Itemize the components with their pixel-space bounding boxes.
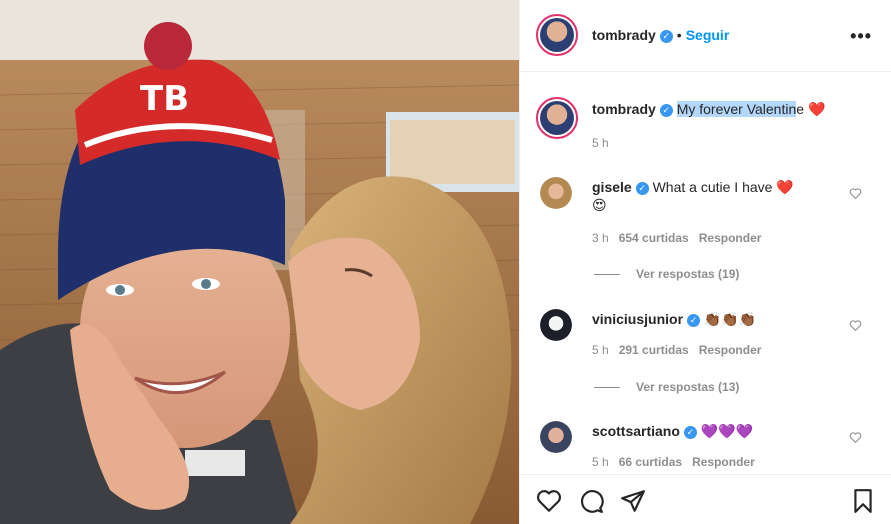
comment-text: 💜💜💜 bbox=[700, 423, 754, 439]
comment-icon[interactable] bbox=[578, 488, 604, 514]
comment-text: What a cutie I have ❤️ bbox=[652, 179, 794, 195]
caption: tombrady ✓ My forever Valentine ❤️ bbox=[592, 101, 825, 118]
header-user-line: tombrady ✓ • Seguir bbox=[592, 27, 729, 43]
comment-username[interactable]: gisele bbox=[592, 179, 632, 195]
caption-text-rest: e bbox=[796, 101, 805, 117]
comment-meta: 5 h 66 curtidas Responder bbox=[592, 455, 755, 469]
replies-divider bbox=[594, 274, 620, 276]
avatar[interactable] bbox=[536, 14, 578, 56]
comment-meta: 3 h 654 curtidas Responder bbox=[592, 231, 761, 245]
post-side-panel: tombrady ✓ • Seguir ••• tombrady ✓ My foreve… bbox=[519, 0, 891, 524]
bookmark-icon[interactable] bbox=[850, 488, 876, 514]
heart-icon[interactable] bbox=[849, 319, 862, 332]
view-replies-button[interactable]: Ver respostas (13) bbox=[594, 380, 739, 394]
commenter-avatar[interactable] bbox=[540, 309, 572, 341]
verified-icon: ✓ bbox=[687, 314, 701, 327]
action-bar bbox=[520, 474, 891, 524]
verified-icon: ✓ bbox=[659, 30, 673, 43]
caption-emoji: ❤️ bbox=[807, 101, 826, 117]
view-replies-button[interactable]: Ver respostas (19) bbox=[594, 267, 739, 281]
comment-time: 5 h bbox=[592, 455, 609, 469]
caption-username[interactable]: tombrady bbox=[592, 101, 656, 117]
commenter-avatar[interactable] bbox=[540, 421, 572, 453]
verified-icon: ✓ bbox=[635, 182, 649, 195]
post-image: TB bbox=[0, 0, 519, 524]
heart-icon[interactable] bbox=[849, 187, 862, 200]
instagram-post: TB tombrady ✓ • Seguir ••• tombrady ✓ My… bbox=[0, 0, 891, 524]
verified-icon: ✓ bbox=[683, 426, 697, 439]
more-options-button[interactable]: ••• bbox=[850, 26, 872, 47]
verified-icon: ✓ bbox=[659, 104, 673, 117]
reply-button[interactable]: Responder bbox=[692, 455, 755, 469]
comment-likes[interactable]: 291 curtidas bbox=[619, 343, 689, 357]
reply-button[interactable]: Responder bbox=[699, 231, 762, 245]
replies-divider bbox=[594, 387, 620, 389]
comment-likes[interactable]: 654 curtidas bbox=[619, 231, 689, 245]
commenter-avatar[interactable] bbox=[540, 177, 572, 209]
heart-icon[interactable] bbox=[849, 431, 862, 444]
caption-time: 5 h bbox=[592, 136, 609, 150]
comment-time: 5 h bbox=[592, 343, 609, 357]
comment-text-line2: 😍 bbox=[592, 197, 607, 213]
caption-avatar[interactable] bbox=[536, 97, 578, 139]
comment-meta: 5 h 291 curtidas Responder bbox=[592, 343, 761, 357]
view-replies-label: Ver respostas (19) bbox=[636, 267, 740, 281]
caption-text-selected: My forever Valentin bbox=[676, 101, 797, 117]
follow-button[interactable]: Seguir bbox=[686, 27, 730, 43]
heart-icon[interactable] bbox=[536, 488, 562, 514]
comment-gisele: gisele ✓ What a cutie I have ❤️ bbox=[592, 179, 794, 196]
view-replies-label: Ver respostas (13) bbox=[636, 380, 740, 394]
separator-dot: • bbox=[676, 27, 682, 43]
comment-likes[interactable]: 66 curtidas bbox=[619, 455, 682, 469]
svg-text:TB: TB bbox=[140, 79, 189, 119]
comments-list[interactable]: tombrady ✓ My forever Valentine ❤️ 5 h gi… bbox=[520, 73, 891, 473]
header-username[interactable]: tombrady bbox=[592, 27, 656, 43]
comment-text: 👏🏾👏🏾👏🏾 bbox=[703, 311, 757, 327]
share-icon[interactable] bbox=[620, 488, 646, 514]
post-photo[interactable]: TB bbox=[0, 0, 519, 524]
comment-username[interactable]: viniciusjunior bbox=[592, 311, 683, 327]
comment-username[interactable]: scottsartiano bbox=[592, 423, 680, 439]
comment-viniciusjunior: viniciusjunior ✓ 👏🏾👏🏾👏🏾 bbox=[592, 311, 756, 328]
comment-scottsartiano: scottsartiano ✓ 💜💜💜 bbox=[592, 423, 753, 440]
comment-time: 3 h bbox=[592, 231, 609, 245]
reply-button[interactable]: Responder bbox=[699, 343, 762, 357]
post-header: tombrady ✓ • Seguir ••• bbox=[520, 0, 891, 72]
